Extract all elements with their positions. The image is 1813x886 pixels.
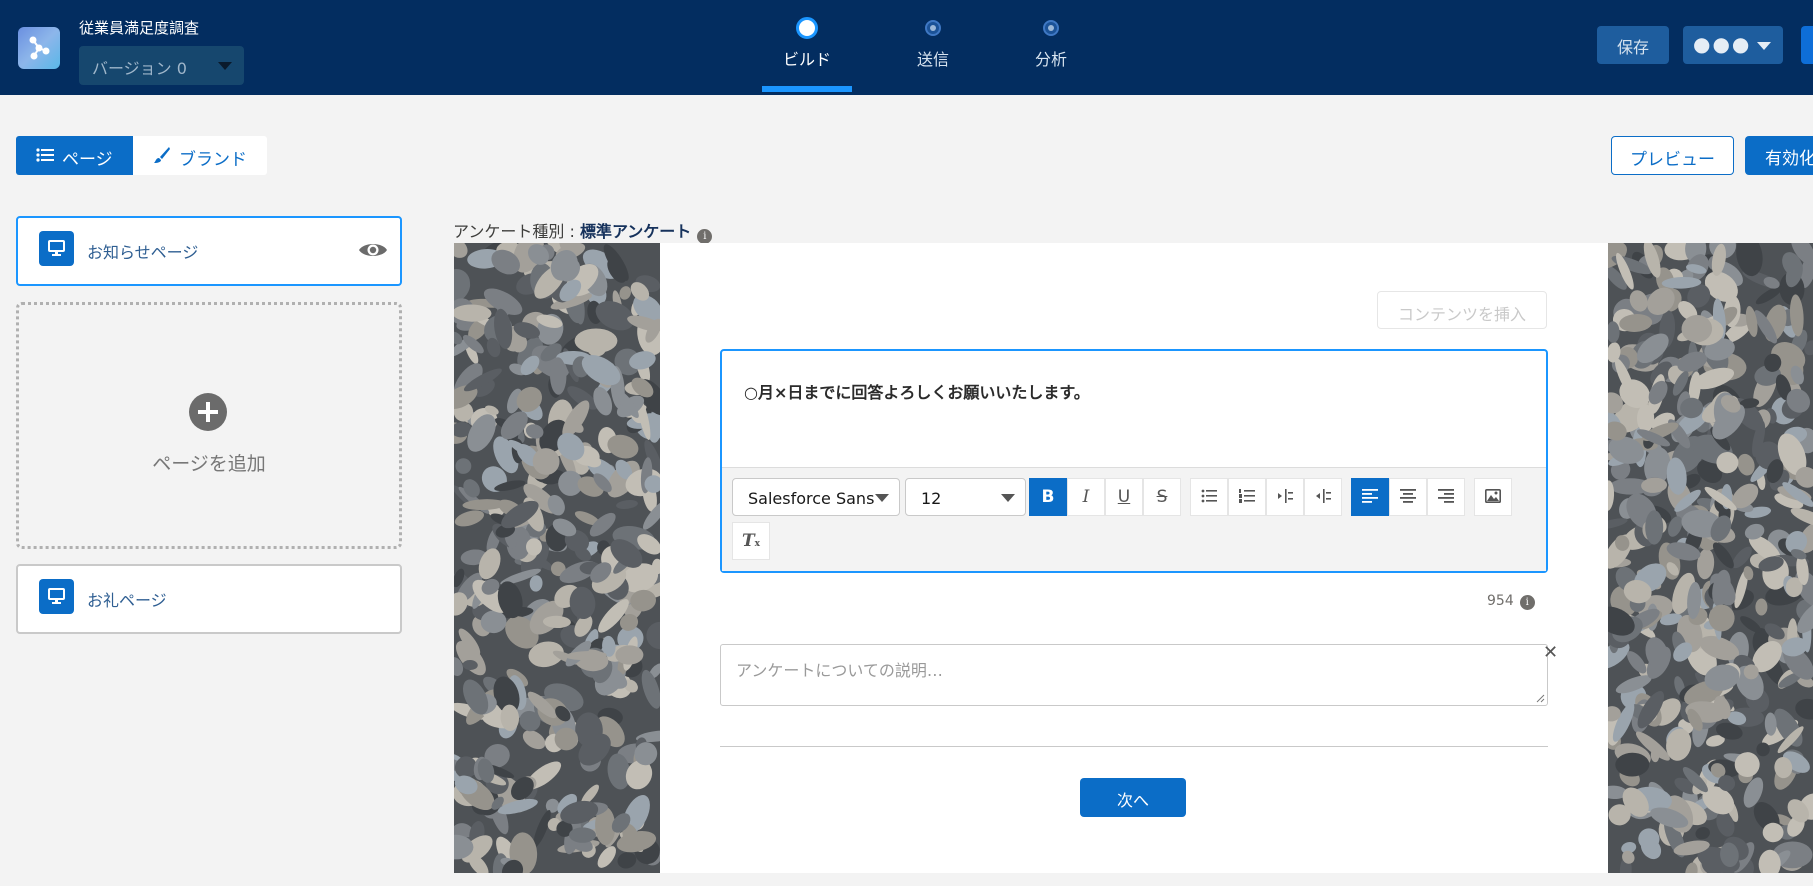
monitor-icon — [39, 579, 74, 614]
brush-icon — [153, 146, 171, 169]
version-dropdown[interactable]: バージョン 0 — [79, 46, 244, 85]
close-icon[interactable]: ✕ — [1543, 642, 1558, 663]
underline-icon[interactable]: U — [1105, 478, 1143, 516]
active-step-underline — [762, 86, 852, 92]
step-build[interactable]: ビルド — [762, 17, 852, 70]
font-size-select[interactable]: 12 — [905, 478, 1026, 516]
font-size-value: 12 — [921, 489, 942, 508]
info-icon[interactable]: i — [1519, 595, 1535, 610]
background-image-left — [454, 243, 660, 873]
step-indicator-icon — [925, 20, 941, 36]
monitor-icon — [39, 231, 74, 266]
add-page-label: ページを追加 — [152, 453, 266, 475]
step-indicator-icon — [796, 17, 818, 39]
top-header: 従業員満足度調査 バージョン 0 ビルド 送信 分析 保存 ●●● — [0, 0, 1813, 95]
font-family-value: Salesforce Sans — [748, 489, 875, 508]
chevron-down-icon — [875, 494, 889, 502]
list-icon — [36, 147, 54, 168]
description-placeholder: アンケートについての説明… — [736, 661, 943, 680]
rich-text-editor[interactable]: ○月×日までに回答よろしくお願いいたします。 Salesforce Sans 1… — [720, 349, 1548, 573]
save-button[interactable]: 保存 — [1597, 26, 1669, 64]
rich-text-toolbar: Salesforce Sans 12 B I U S Tx — [722, 467, 1546, 571]
align-center-icon[interactable] — [1389, 478, 1427, 516]
tab-pages-label: ページ — [62, 150, 113, 170]
bold-icon[interactable]: B — [1029, 478, 1067, 516]
italic-icon[interactable]: I — [1067, 478, 1105, 516]
chevron-down-icon — [1757, 42, 1771, 50]
character-counter: 954 i — [1487, 593, 1535, 610]
insert-content-button[interactable]: コンテンツを挿入 — [1377, 291, 1547, 329]
tab-pages[interactable]: ページ — [16, 136, 133, 175]
font-family-select[interactable]: Salesforce Sans — [732, 478, 900, 516]
strikethrough-icon[interactable]: S — [1143, 478, 1181, 516]
survey-page-panel: コンテンツを挿入 ○月×日までに回答よろしくお願いいたします。 Salesfor… — [660, 243, 1608, 873]
survey-description-input[interactable]: アンケートについての説明… — [720, 644, 1548, 706]
indent-increase-icon[interactable] — [1304, 478, 1342, 516]
align-left-icon[interactable] — [1351, 478, 1389, 516]
more-actions-button[interactable]: ●●● — [1683, 26, 1783, 64]
step-send-label: 送信 — [916, 50, 949, 69]
char-count-value: 954 — [1487, 593, 1514, 609]
insert-image-icon[interactable] — [1474, 478, 1512, 516]
background-image-right — [1608, 243, 1813, 873]
welcome-text[interactable]: ○月×日までに回答よろしくお願いいたします。 — [744, 379, 1090, 403]
survey-type-value: 標準アンケート — [579, 222, 692, 241]
tab-brand[interactable]: ブランド — [133, 136, 267, 175]
step-analyze[interactable]: 分析 — [1006, 20, 1096, 70]
chevron-down-icon — [218, 62, 232, 70]
survey-type-line: アンケート種別 : 標準アンケート i — [453, 218, 713, 244]
header-edge-button[interactable] — [1801, 26, 1813, 64]
survey-type-label: アンケート種別 : — [453, 222, 580, 241]
page-item-notice[interactable]: お知らせページ — [16, 216, 402, 286]
survey-title: 従業員満足度調査 — [79, 19, 200, 37]
clear-formatting-icon[interactable]: Tx — [732, 522, 770, 560]
indent-decrease-icon[interactable] — [1266, 478, 1304, 516]
page-item-label: お礼ページ — [87, 591, 167, 610]
chevron-down-icon — [1001, 494, 1015, 502]
more-dots-icon: ●●● — [1693, 32, 1752, 56]
step-indicator-icon — [1043, 20, 1059, 36]
add-circle-icon — [189, 393, 227, 431]
eye-icon[interactable] — [358, 240, 388, 264]
numbered-list-icon[interactable] — [1228, 478, 1266, 516]
tab-brand-label: ブランド — [179, 150, 247, 170]
next-button[interactable]: 次へ — [1080, 778, 1186, 817]
info-icon[interactable]: i — [697, 229, 713, 244]
step-build-label: ビルド — [782, 50, 831, 69]
version-label: バージョン 0 — [92, 59, 187, 78]
page-item-label: お知らせページ — [87, 243, 199, 262]
step-analyze-label: 分析 — [1034, 50, 1067, 69]
survey-app-icon — [18, 27, 60, 69]
align-right-icon[interactable] — [1427, 478, 1465, 516]
preview-button[interactable]: プレビュー — [1611, 136, 1734, 175]
resize-grip-icon[interactable] — [1535, 693, 1545, 703]
activate-button[interactable]: 有効化 — [1745, 136, 1813, 175]
step-send[interactable]: 送信 — [888, 20, 978, 70]
page-item-thanks[interactable]: お礼ページ — [16, 564, 402, 634]
divider — [720, 746, 1548, 747]
bullet-list-icon[interactable] — [1190, 478, 1228, 516]
add-page-dropzone[interactable]: ページを追加 — [16, 302, 402, 549]
